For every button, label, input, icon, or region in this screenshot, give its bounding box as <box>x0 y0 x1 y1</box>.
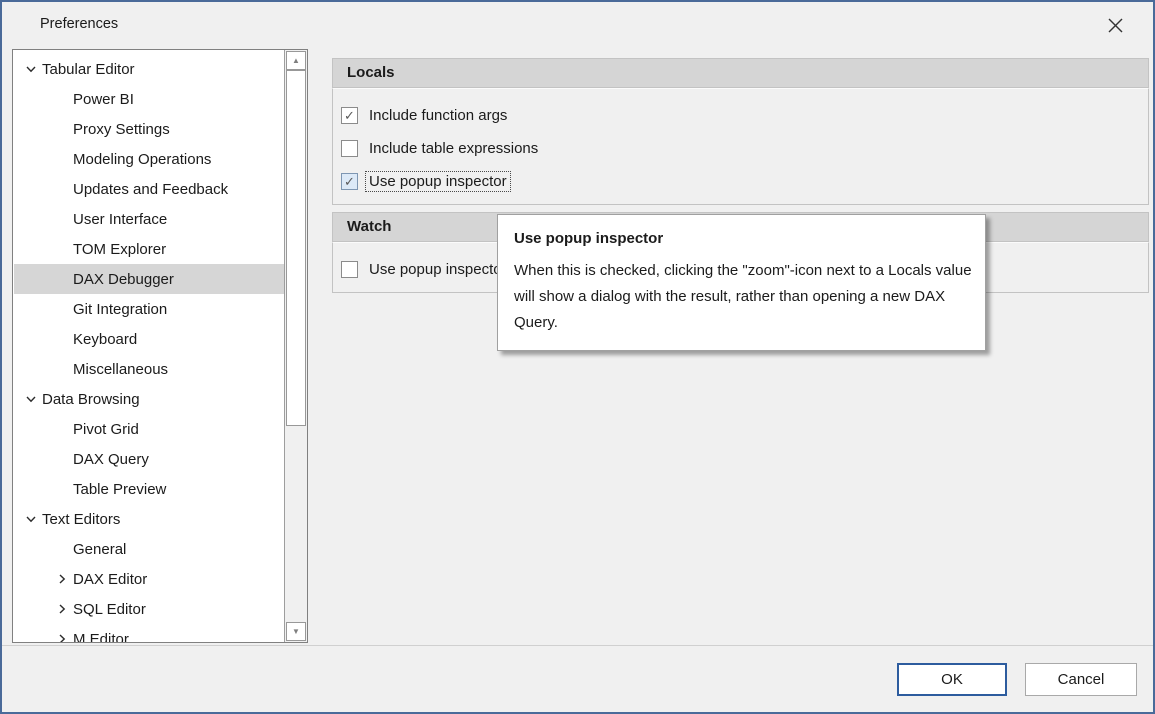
tree-item-user-interface[interactable]: User Interface <box>14 204 284 234</box>
indent-spacer <box>51 212 73 226</box>
tree-item-dax-editor[interactable]: DAX Editor <box>14 564 284 594</box>
chevron-down-icon[interactable] <box>20 392 42 406</box>
tree-item-table-preview[interactable]: Table Preview <box>14 474 284 504</box>
tree-item-tom-explorer[interactable]: TOM Explorer <box>14 234 284 264</box>
tree-item-label: Proxy Settings <box>73 121 170 138</box>
tree-rows: Tabular Editor Power BI Proxy Settings Mode… <box>14 54 284 642</box>
preferences-dialog: Preferences Tabular Editor Power BI Proxy … <box>0 0 1155 714</box>
window-title: Preferences <box>40 16 118 32</box>
locals-group-header: Locals <box>332 58 1149 88</box>
tree-item-data-browsing[interactable]: Data Browsing <box>14 384 284 414</box>
tree-item-tabular-editor[interactable]: Tabular Editor <box>14 54 284 84</box>
checkbox-row: Include table expressions <box>341 132 1148 165</box>
cancel-button[interactable]: Cancel <box>1025 663 1137 696</box>
scroll-up-button[interactable]: ▲ <box>286 51 306 70</box>
tree-item-sql-editor[interactable]: SQL Editor <box>14 594 284 624</box>
tree-item-dax-query[interactable]: DAX Query <box>14 444 284 474</box>
indent-spacer <box>51 122 73 136</box>
tree-item-label: Keyboard <box>73 331 137 348</box>
chevron-right-icon[interactable] <box>51 602 73 616</box>
tree-item-label: SQL Editor <box>73 601 146 618</box>
locals-group-body: ✓ Include function args Include table expr… <box>332 88 1149 205</box>
checkbox-unchecked[interactable] <box>341 140 358 157</box>
tree-item-label: Table Preview <box>73 481 166 498</box>
tree-item-label: Data Browsing <box>42 391 140 408</box>
ok-button[interactable]: OK <box>897 663 1007 696</box>
triangle-down-icon: ▼ <box>292 627 300 636</box>
titlebar: Preferences <box>2 2 1153 48</box>
settings-tree: Tabular Editor Power BI Proxy Settings Mode… <box>12 49 308 643</box>
chevron-down-icon[interactable] <box>20 62 42 76</box>
tree-item-m-editor[interactable]: M Editor <box>14 624 284 642</box>
tree-item-label: Tabular Editor <box>42 61 135 78</box>
checkbox-label[interactable]: Use popup inspector <box>366 260 510 279</box>
tree-item-label: Updates and Feedback <box>73 181 228 198</box>
tree-item-label: DAX Query <box>73 451 149 468</box>
scroll-down-button[interactable]: ▼ <box>286 622 306 641</box>
triangle-up-icon: ▲ <box>292 56 300 65</box>
tree-item-label: DAX Debugger <box>73 271 174 288</box>
tree-item-label: TOM Explorer <box>73 241 166 258</box>
tree-item-updates-and-feedback[interactable]: Updates and Feedback <box>14 174 284 204</box>
tree-item-miscellaneous[interactable]: Miscellaneous <box>14 354 284 384</box>
tree-item-label: Text Editors <box>42 511 120 528</box>
close-icon <box>1107 17 1124 34</box>
checkbox-label[interactable]: Use popup inspector <box>366 172 510 191</box>
indent-spacer <box>51 362 73 376</box>
indent-spacer <box>51 242 73 256</box>
tree-item-label: Git Integration <box>73 301 167 318</box>
tree-item-pivot-grid[interactable]: Pivot Grid <box>14 414 284 444</box>
checkbox-checked[interactable]: ✓ <box>341 173 358 190</box>
indent-spacer <box>51 92 73 106</box>
checkbox-unchecked[interactable] <box>341 261 358 278</box>
tree-item-git-integration[interactable]: Git Integration <box>14 294 284 324</box>
tree-item-modeling-operations[interactable]: Modeling Operations <box>14 144 284 174</box>
tooltip: Use popup inspector When this is checked… <box>497 214 986 351</box>
tooltip-body: When this is checked, clicking the "zoom… <box>514 258 974 336</box>
checkbox-label[interactable]: Include table expressions <box>366 139 541 158</box>
tree-item-label: Pivot Grid <box>73 421 139 438</box>
indent-spacer <box>51 332 73 346</box>
tree-item-keyboard[interactable]: Keyboard <box>14 324 284 354</box>
tree-item-text-editors[interactable]: Text Editors <box>14 504 284 534</box>
close-button[interactable] <box>1095 9 1135 41</box>
locals-group: Locals ✓ Include function args Include tab… <box>332 58 1149 205</box>
tree-item-label: User Interface <box>73 211 167 228</box>
checkbox-row: ✓ Use popup inspector <box>341 165 1148 198</box>
checkmark-icon: ✓ <box>344 108 355 124</box>
tree-item-power-bi[interactable]: Power BI <box>14 84 284 114</box>
scrollbar-thumb[interactable] <box>286 70 306 426</box>
tooltip-title: Use popup inspector <box>514 230 969 247</box>
chevron-down-icon[interactable] <box>20 512 42 526</box>
indent-spacer <box>51 272 73 286</box>
checkbox-row: ✓ Include function args <box>341 99 1148 132</box>
indent-spacer <box>51 182 73 196</box>
tree-item-label: Modeling Operations <box>73 151 211 168</box>
checkbox-label[interactable]: Include function args <box>366 106 510 125</box>
checkbox-checked[interactable]: ✓ <box>341 107 358 124</box>
indent-spacer <box>51 302 73 316</box>
indent-spacer <box>51 482 73 496</box>
chevron-right-icon[interactable] <box>51 572 73 586</box>
footer-bar: OK Cancel <box>2 646 1153 712</box>
indent-spacer <box>51 152 73 166</box>
tree-item-dax-debugger[interactable]: DAX Debugger <box>14 264 284 294</box>
tree-item-general[interactable]: General <box>14 534 284 564</box>
tree-scrollbar[interactable]: ▲ ▼ <box>284 50 307 642</box>
checkmark-icon: ✓ <box>344 174 355 190</box>
indent-spacer <box>51 422 73 436</box>
tree-item-label: DAX Editor <box>73 571 147 588</box>
indent-spacer <box>51 542 73 556</box>
indent-spacer <box>51 452 73 466</box>
chevron-right-icon[interactable] <box>51 632 73 642</box>
tree-item-label: Power BI <box>73 91 134 108</box>
tree-item-label: General <box>73 541 126 558</box>
tree-item-label: Miscellaneous <box>73 361 168 378</box>
tree-item-proxy-settings[interactable]: Proxy Settings <box>14 114 284 144</box>
tree-item-label: M Editor <box>73 631 129 643</box>
